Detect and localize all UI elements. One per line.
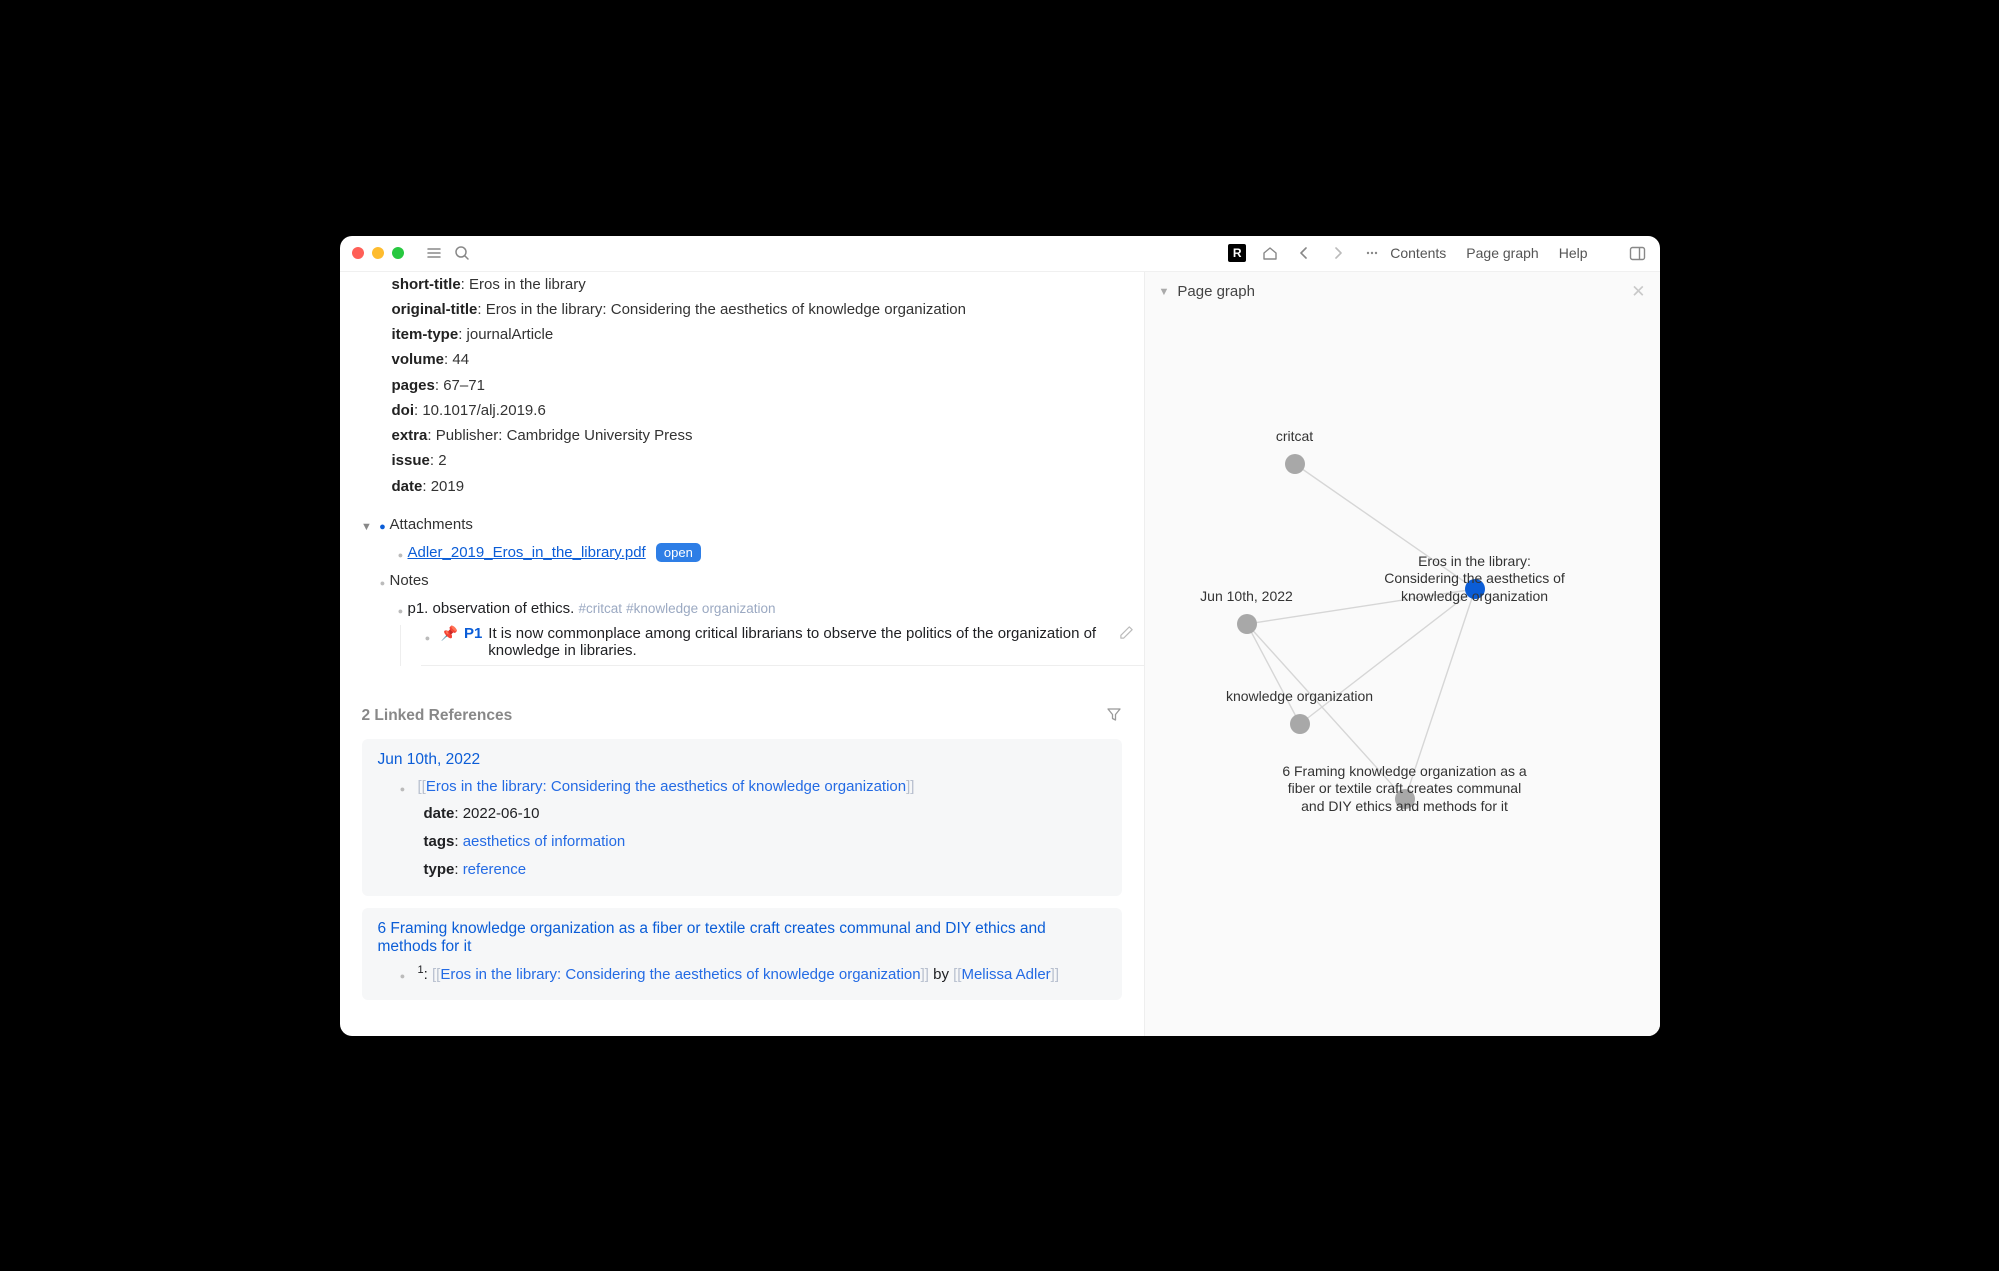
close-window-button[interactable] bbox=[352, 247, 364, 259]
ref-field-type[interactable]: type: reference bbox=[378, 858, 1106, 882]
titlebar: R Contents Page graph Help bbox=[340, 236, 1660, 272]
ref-title-link[interactable]: Jun 10th, 2022 bbox=[378, 751, 1106, 769]
block-bullet[interactable] bbox=[421, 625, 435, 644]
note-p1-block[interactable]: 📌 P1 It is now commonplace among critica… bbox=[421, 625, 1144, 666]
meta-extra[interactable]: extra: Publisher: Cambridge University P… bbox=[392, 423, 1144, 448]
more-icon[interactable] bbox=[1362, 243, 1382, 263]
open-attachment-button[interactable]: open bbox=[656, 543, 701, 562]
graph-node[interactable] bbox=[1290, 714, 1310, 734]
meta-pages[interactable]: pages: 67–71 bbox=[392, 373, 1144, 398]
pin-icon: 📌 bbox=[441, 625, 458, 642]
filter-icon[interactable] bbox=[1106, 706, 1122, 727]
block-bullet[interactable] bbox=[396, 775, 410, 798]
linked-references-section: 2 Linked References Jun 10th, 2022 [[Ero… bbox=[340, 696, 1144, 1021]
hashtag-critcat[interactable]: #critcat bbox=[578, 601, 622, 616]
ref-title-link[interactable]: 6 Framing knowledge organization as a fi… bbox=[378, 920, 1106, 956]
ref-field-tags[interactable]: tags: aesthetics of information bbox=[378, 830, 1106, 854]
meta-short-title[interactable]: short-title: Eros in the library bbox=[392, 272, 1144, 297]
close-panel-icon[interactable]: ✕ bbox=[1631, 282, 1645, 302]
graph-node[interactable] bbox=[1237, 614, 1257, 634]
block-bullet[interactable] bbox=[376, 569, 390, 593]
meta-item-type[interactable]: item-type: journalArticle bbox=[392, 322, 1144, 347]
attachments-label[interactable]: Attachments bbox=[390, 513, 1144, 537]
block-bullet[interactable] bbox=[394, 541, 408, 565]
linked-references-title[interactable]: 2 Linked References bbox=[362, 707, 513, 725]
block-bullet[interactable] bbox=[376, 513, 390, 537]
maximize-window-button[interactable] bbox=[392, 247, 404, 259]
metadata-block: short-title: Eros in the library origina… bbox=[340, 272, 1144, 511]
main-panel: short-title: Eros in the library origina… bbox=[340, 272, 1145, 1036]
page-graph-canvas[interactable]: critcatEros in the library: Considering … bbox=[1145, 312, 1660, 1036]
ref-field-date[interactable]: date: 2022-06-10 bbox=[378, 802, 1106, 826]
app-window: R Contents Page graph Help bbox=[340, 236, 1660, 1036]
home-icon[interactable] bbox=[1260, 243, 1280, 263]
linked-ref-card: Jun 10th, 2022 [[Eros in the library: Co… bbox=[362, 739, 1122, 896]
graph-node[interactable] bbox=[1285, 454, 1305, 474]
meta-volume[interactable]: volume: 44 bbox=[392, 347, 1144, 372]
ref-page-link[interactable]: [[Eros in the library: Considering the a… bbox=[418, 775, 915, 798]
side-panel-title: Page graph bbox=[1177, 283, 1255, 300]
graph-node[interactable] bbox=[1395, 789, 1415, 809]
meta-issue[interactable]: issue: 2 bbox=[392, 448, 1144, 473]
hamburger-menu-icon[interactable] bbox=[424, 243, 444, 263]
forward-icon[interactable] bbox=[1328, 243, 1348, 263]
toolbar-link-page-graph[interactable]: Page graph bbox=[1466, 245, 1538, 261]
toolbar-link-contents[interactable]: Contents bbox=[1390, 245, 1446, 261]
search-icon[interactable] bbox=[452, 243, 472, 263]
ref-page-link[interactable]: 1: [[Eros in the library: Considering th… bbox=[418, 962, 1060, 986]
note-line[interactable]: p1. observation of ethics. #critcat #kno… bbox=[408, 597, 1144, 621]
toolbar-link-help[interactable]: Help bbox=[1559, 245, 1588, 261]
p1-label: P1 bbox=[464, 625, 482, 642]
meta-date[interactable]: date: 2019 bbox=[392, 474, 1144, 499]
hashtag-knowledge-organization[interactable]: #knowledge organization bbox=[626, 601, 775, 616]
caret-toggle[interactable]: ▼ bbox=[1159, 286, 1170, 298]
logo-icon[interactable]: R bbox=[1228, 244, 1246, 262]
edit-icon[interactable] bbox=[1119, 625, 1134, 644]
p1-text: It is now commonplace among critical lib… bbox=[488, 625, 1143, 659]
graph-node[interactable] bbox=[1465, 579, 1485, 599]
back-icon[interactable] bbox=[1294, 243, 1314, 263]
attachment-file-link[interactable]: Adler_2019_Eros_in_the_library.pdf bbox=[408, 544, 646, 561]
window-controls bbox=[352, 247, 404, 259]
nav-controls: R bbox=[1228, 243, 1382, 263]
toggle-sidebar-icon[interactable] bbox=[1628, 243, 1648, 263]
meta-doi[interactable]: doi: 10.1017/alj.2019.6 bbox=[392, 398, 1144, 423]
block-bullet[interactable] bbox=[394, 597, 408, 621]
caret-toggle[interactable]: ▼ bbox=[358, 513, 376, 537]
block-bullet[interactable] bbox=[396, 962, 410, 985]
minimize-window-button[interactable] bbox=[372, 247, 384, 259]
side-panel: ▼ Page graph ✕ critcatEros in the librar… bbox=[1145, 272, 1660, 1036]
meta-original-title[interactable]: original-title: Eros in the library: Con… bbox=[392, 297, 1144, 322]
notes-label[interactable]: Notes bbox=[390, 569, 1144, 593]
linked-ref-card: 6 Framing knowledge organization as a fi… bbox=[362, 908, 1122, 1000]
